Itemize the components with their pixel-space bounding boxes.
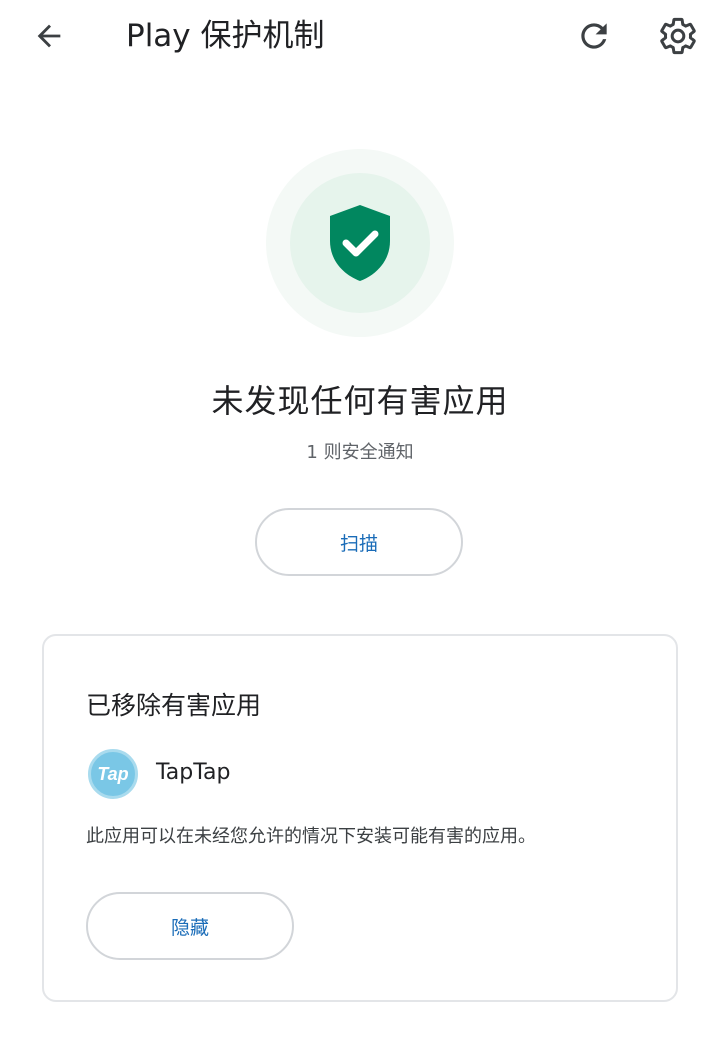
arrow-back-icon: [37, 24, 61, 48]
top-app-bar: Play 保护机制: [0, 0, 720, 72]
taptap-app-icon: Tap: [88, 749, 138, 799]
back-button[interactable]: [26, 14, 72, 58]
page-title: Play 保护机制: [126, 18, 325, 54]
app-name: TapTap: [156, 760, 231, 785]
refresh-icon: [581, 23, 607, 49]
hide-button[interactable]: 隐藏: [86, 892, 294, 960]
app-icon-text: Tap: [97, 763, 129, 784]
status-title: 未发现任何有害应用: [211, 382, 509, 420]
scan-button[interactable]: 扫描: [255, 508, 463, 576]
shield-check-icon: [330, 205, 390, 281]
play-protect-screen: Play 保护机制 未发现任何有害应用 1 则安全通知 扫描 已移除有害应用 T…: [0, 0, 720, 1061]
gear-icon: [660, 17, 696, 55]
removed-apps-card: 已移除有害应用 Tap TapTap 此应用可以在未经您允许的情况下安装可能有害…: [42, 634, 678, 1002]
refresh-button[interactable]: [570, 12, 618, 60]
settings-button[interactable]: [654, 12, 702, 60]
security-notice-count[interactable]: 1 则安全通知: [0, 438, 720, 464]
card-title: 已移除有害应用: [86, 691, 262, 720]
app-description: 此应用可以在未经您允许的情况下安装可能有害的应用。: [86, 826, 536, 847]
shield-badge: [290, 173, 430, 313]
